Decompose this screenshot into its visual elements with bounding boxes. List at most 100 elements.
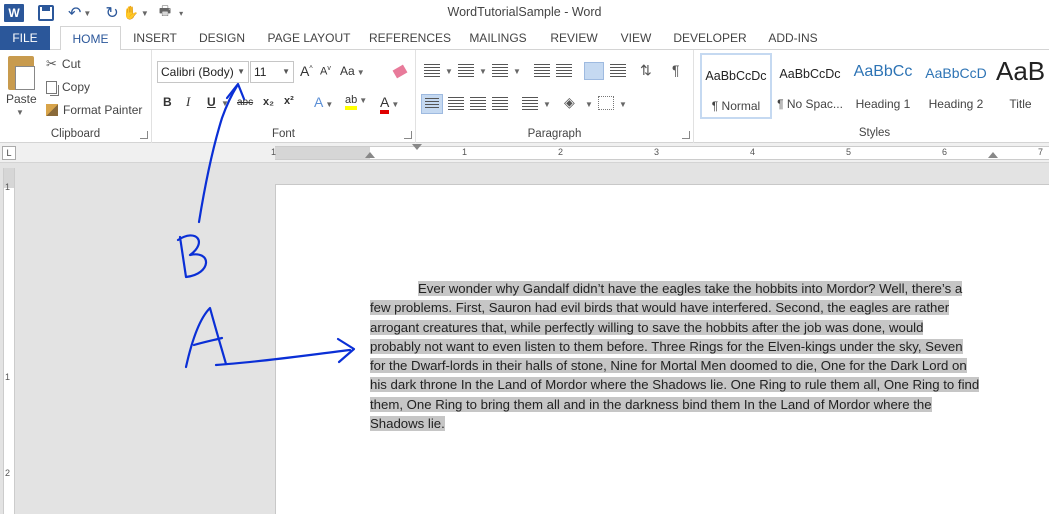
- align-right-icon[interactable]: [470, 97, 486, 111]
- tab-mailings[interactable]: MAILINGS: [464, 26, 532, 50]
- shading-icon[interactable]: ◈: [564, 94, 580, 110]
- document-body[interactable]: Ever wonder why Gandalf didn’t have the …: [370, 279, 994, 433]
- style-heading-2[interactable]: AaBbCcD Heading 2: [920, 53, 992, 119]
- highlight-button[interactable]: ab ▼: [345, 94, 367, 110]
- tab-view[interactable]: VIEW: [614, 26, 658, 50]
- touch-mode-icon[interactable]: ✋: [123, 2, 139, 24]
- italic-button[interactable]: I: [186, 94, 190, 110]
- superscript-button[interactable]: x²: [284, 95, 294, 107]
- style-name: Heading 1: [855, 97, 911, 111]
- undo-icon[interactable]: ↶: [68, 2, 81, 24]
- paragraph-launcher-icon[interactable]: [682, 131, 690, 139]
- copy-button[interactable]: Copy: [46, 80, 90, 94]
- increase-indent-icon[interactable]: [556, 64, 572, 78]
- document-line: them, One Ring to bring them all and in …: [370, 396, 932, 412]
- ruler-number: 5: [846, 147, 852, 157]
- first-line-indent-marker[interactable]: [412, 144, 422, 150]
- styles-group-label: Styles: [858, 127, 891, 139]
- font-name-value: Calibri (Body): [161, 65, 234, 79]
- vertical-ruler[interactable]: 1 1 2: [3, 168, 15, 514]
- ltr-icon[interactable]: [584, 62, 604, 80]
- tab-selector[interactable]: L: [2, 146, 16, 160]
- save-icon[interactable]: [38, 5, 54, 21]
- shading-dropdown-icon[interactable]: ▼: [585, 100, 593, 109]
- strikethrough-button[interactable]: abc: [237, 97, 253, 108]
- line-spacing-icon[interactable]: [522, 97, 538, 111]
- style-normal[interactable]: AaBbCcDc ¶ Normal: [700, 53, 772, 119]
- style-name: Heading 2: [928, 97, 984, 111]
- shrink-font-button[interactable]: Av: [320, 65, 331, 78]
- tab-review[interactable]: REVIEW: [546, 26, 602, 50]
- format-painter-icon: [46, 104, 58, 116]
- numbering-icon[interactable]: [458, 64, 474, 78]
- styles-gallery: AaBbCcDc ¶ Normal AaBbCcDc ¶ No Spac... …: [700, 53, 1049, 123]
- subscript-button[interactable]: x₂: [263, 96, 274, 108]
- print-preview-icon[interactable]: 🖶: [159, 2, 171, 24]
- ruler-number: 1: [5, 372, 11, 382]
- font-size-combo[interactable]: 11 ▼: [250, 61, 294, 83]
- borders-dropdown-icon[interactable]: ▼: [619, 100, 627, 109]
- font-color-button[interactable]: A ▼: [380, 94, 399, 114]
- bold-button[interactable]: B: [163, 95, 172, 109]
- right-indent-marker[interactable]: [988, 152, 998, 158]
- font-launcher-icon[interactable]: [404, 131, 412, 139]
- change-case-button[interactable]: Aa ▼: [340, 64, 365, 78]
- style-title[interactable]: AaB Title: [992, 53, 1049, 119]
- format-painter-button[interactable]: Format Painter: [46, 103, 142, 117]
- document-line: arrogant creatures that, while perfectly…: [370, 319, 924, 335]
- style-sample: AaBbCcD: [925, 65, 987, 81]
- grow-font-button[interactable]: A^: [300, 63, 313, 79]
- touch-dropdown-icon[interactable]: ▼: [141, 9, 149, 18]
- line-spacing-dropdown-icon[interactable]: ▼: [543, 100, 551, 109]
- style-no-spacing[interactable]: AaBbCcDc ¶ No Spac...: [774, 53, 846, 119]
- align-left-button[interactable]: [421, 94, 443, 114]
- chevron-down-icon: ▼: [237, 67, 245, 76]
- tab-home[interactable]: HOME: [60, 26, 121, 51]
- font-name-combo[interactable]: Calibri (Body) ▼: [157, 61, 249, 83]
- clear-formatting-icon[interactable]: [392, 63, 408, 79]
- style-heading-1[interactable]: AaBbCc Heading 1: [847, 53, 919, 119]
- ruler-number: 6: [942, 147, 948, 157]
- tab-page-layout[interactable]: PAGE LAYOUT: [262, 26, 356, 50]
- style-sample: AaBbCc: [853, 63, 913, 80]
- tab-file[interactable]: FILE: [0, 26, 50, 50]
- paste-button[interactable]: Paste ▼: [0, 50, 40, 122]
- paragraph-group-label: Paragraph: [527, 128, 582, 140]
- multilevel-dropdown-icon[interactable]: ▼: [513, 67, 521, 76]
- align-center-icon[interactable]: [448, 97, 464, 111]
- tab-insert[interactable]: INSERT: [130, 26, 180, 50]
- justify-icon[interactable]: [492, 97, 508, 111]
- word-logo-icon[interactable]: W: [4, 4, 24, 22]
- tab-add-ins[interactable]: ADD-INS: [760, 26, 826, 50]
- borders-icon[interactable]: [598, 96, 614, 110]
- style-name: ¶ No Spac...: [777, 97, 843, 111]
- tab-developer[interactable]: DEVELOPER: [670, 26, 750, 50]
- redo-icon[interactable]: ↻: [105, 2, 118, 24]
- underline-dropdown-icon[interactable]: ▼: [221, 99, 229, 108]
- bullets-dropdown-icon[interactable]: ▼: [445, 67, 453, 76]
- clipboard-launcher-icon[interactable]: [140, 131, 148, 139]
- horizontal-ruler[interactable]: 1 1 2 3 4 5 6 7: [271, 144, 1049, 160]
- ribbon-tabs: FILE HOME INSERT DESIGN PAGE LAYOUT REFE…: [0, 26, 1049, 51]
- font-size-value: 11: [254, 65, 267, 79]
- multilevel-list-icon[interactable]: [492, 64, 508, 78]
- hanging-indent-marker[interactable]: [365, 152, 375, 158]
- underline-button[interactable]: U: [207, 95, 216, 109]
- bullets-icon[interactable]: [424, 64, 440, 78]
- text-effects-button[interactable]: A ▼: [314, 94, 333, 110]
- customize-qat-icon[interactable]: ▾: [179, 9, 183, 18]
- document-line: Shadows lie.: [370, 416, 445, 432]
- decrease-indent-icon[interactable]: [534, 64, 550, 78]
- clipboard-group: Paste ▼ ✂ Cut Copy Format Painter Clipbo…: [0, 50, 152, 143]
- document-line: few problems. First, Sauron had evil bir…: [370, 300, 950, 316]
- ruler-number: 1: [5, 182, 11, 192]
- sort-icon[interactable]: ⇅: [640, 62, 656, 78]
- tab-references[interactable]: REFERENCES: [366, 26, 454, 50]
- undo-dropdown-icon[interactable]: ▼: [83, 9, 91, 18]
- cut-button[interactable]: ✂ Cut: [46, 56, 81, 72]
- show-marks-icon[interactable]: ¶: [672, 62, 688, 78]
- copy-icon: [46, 80, 57, 94]
- rtl-icon[interactable]: [610, 64, 626, 78]
- tab-design[interactable]: DESIGN: [192, 26, 252, 50]
- numbering-dropdown-icon[interactable]: ▼: [479, 67, 487, 76]
